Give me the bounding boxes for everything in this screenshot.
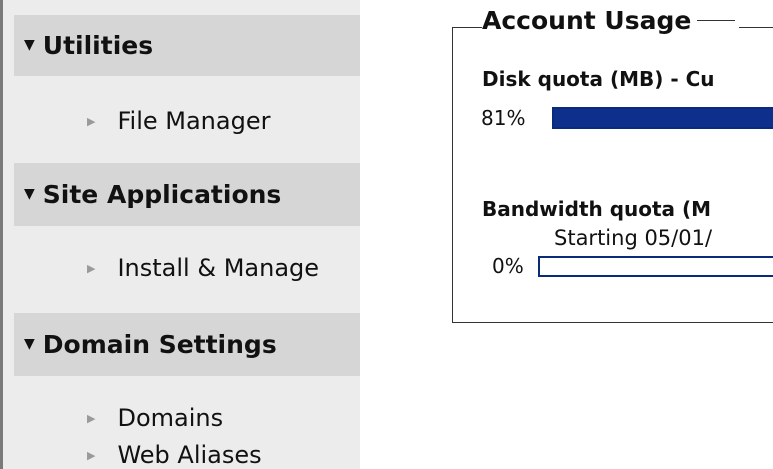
triangle-down-icon: ▼ xyxy=(24,185,35,202)
disk-quota-percent: 81% xyxy=(481,106,526,130)
bandwidth-quota-label: Bandwidth quota (M xyxy=(482,197,712,221)
sidebar-item-label: File Manager xyxy=(117,107,271,135)
sidebar: ▼ Utilities ▶ File Manager ▼ Site Applic… xyxy=(3,0,361,469)
sidebar-section-domain-settings[interactable]: ▼ Domain Settings xyxy=(14,313,360,376)
section-title: Domain Settings xyxy=(42,330,277,359)
sidebar-item-file-manager[interactable]: ▶ File Manager xyxy=(87,107,270,135)
triangle-right-icon: ▶ xyxy=(87,261,96,275)
disk-quota-progress-bar xyxy=(552,107,773,129)
sidebar-item-web-aliases[interactable]: ▶ Web Aliases xyxy=(87,441,262,469)
sidebar-item-label: Install & Manage xyxy=(117,254,320,282)
triangle-right-icon: ▶ xyxy=(87,114,96,128)
sidebar-item-domains[interactable]: ▶ Domains xyxy=(87,404,223,432)
sidebar-section-utilities[interactable]: ▼ Utilities xyxy=(14,15,360,76)
legend-divider xyxy=(697,20,736,21)
sidebar-item-label: Web Aliases xyxy=(117,441,262,469)
triangle-down-icon: ▼ xyxy=(24,36,35,53)
account-usage-title: Account Usage xyxy=(482,6,740,35)
section-title: Site Applications xyxy=(42,180,282,209)
triangle-down-icon: ▼ xyxy=(24,335,35,352)
triangle-right-icon: ▶ xyxy=(87,448,96,462)
account-usage-title-text: Account Usage xyxy=(482,6,692,35)
sidebar-section-site-applications[interactable]: ▼ Site Applications xyxy=(14,163,360,226)
disk-quota-progress-fill xyxy=(554,109,773,127)
control-panel-page: ▼ Utilities ▶ File Manager ▼ Site Applic… xyxy=(0,0,773,469)
bandwidth-quota-progress-bar xyxy=(538,256,773,277)
sidebar-item-install-manage[interactable]: ▶ Install & Manage xyxy=(87,254,319,282)
bandwidth-start-date: Starting 05/01/ xyxy=(554,226,713,250)
bandwidth-quota-percent: 0% xyxy=(492,254,524,278)
section-title: Utilities xyxy=(42,31,154,60)
sidebar-item-label: Domains xyxy=(117,404,224,432)
triangle-right-icon: ▶ xyxy=(87,411,96,425)
disk-quota-label: Disk quota (MB) - Cu xyxy=(482,67,715,91)
